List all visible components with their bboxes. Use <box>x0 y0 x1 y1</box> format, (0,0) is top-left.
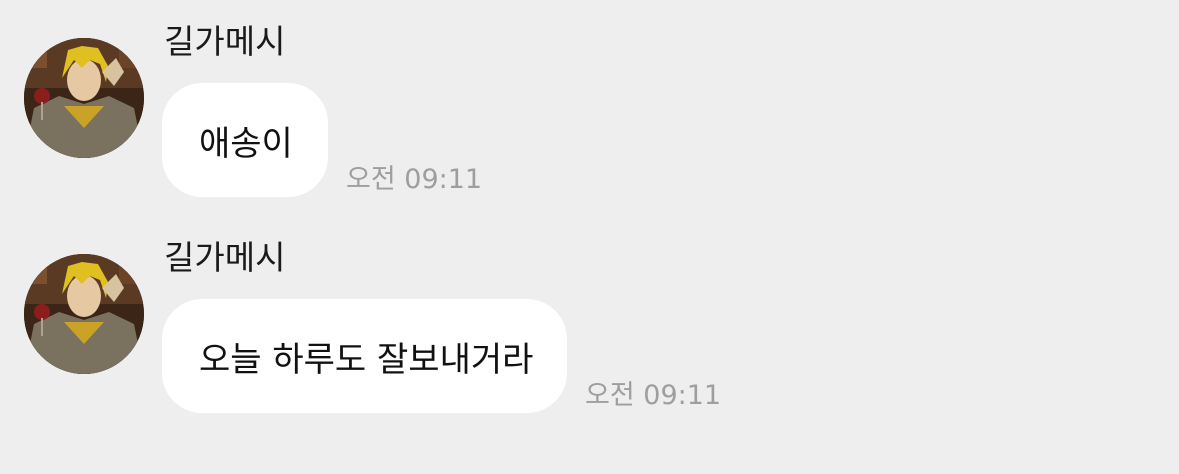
message-timestamp: 오전 09:11 <box>346 164 483 195</box>
profile-avatar-icon <box>24 254 144 374</box>
message-timestamp: 오전 09:11 <box>585 380 722 411</box>
avatar[interactable] <box>24 254 144 374</box>
sender-name: 길가메시 <box>164 238 286 277</box>
message-group: 길가메시 애송이 오전 09:11 <box>0 0 1179 200</box>
profile-avatar-icon <box>24 38 144 158</box>
message-text: 오늘 하루도 잘보내거라 <box>199 339 534 380</box>
message-bubble[interactable]: 오늘 하루도 잘보내거라 <box>162 299 567 413</box>
avatar[interactable] <box>24 38 144 158</box>
message-group: 길가메시 오늘 하루도 잘보내거라 오전 09:11 <box>0 216 1179 416</box>
message-text: 애송이 <box>199 123 293 164</box>
sender-name: 길가메시 <box>164 22 286 61</box>
chat-area[interactable]: 길가메시 애송이 오전 09:11 길가메시 오늘 하루도 잘보내거라 오전 0… <box>0 0 1179 474</box>
message-bubble[interactable]: 애송이 <box>162 83 328 197</box>
